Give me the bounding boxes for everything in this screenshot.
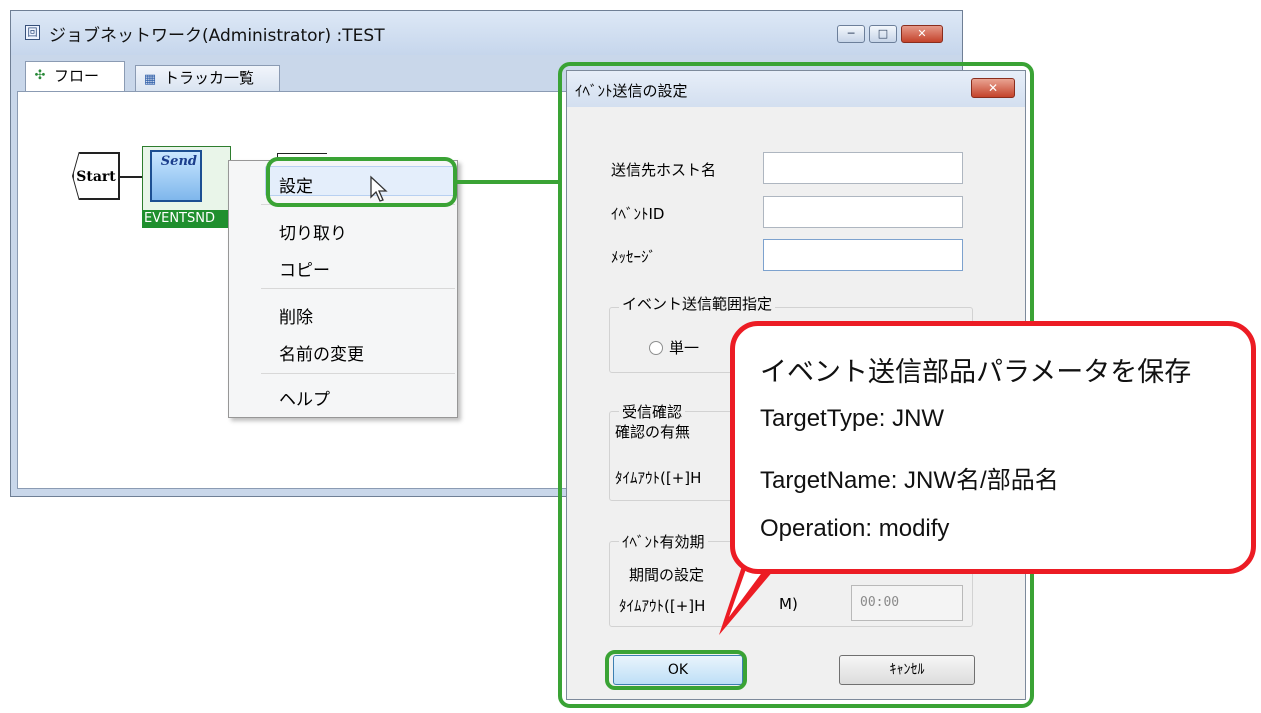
menu-separator	[261, 373, 455, 374]
flow-icon: ✣	[34, 68, 46, 83]
message-input[interactable]	[763, 239, 963, 271]
confirm-group-title: 受信確認	[619, 401, 686, 422]
cancel-button[interactable]: ｷｬﾝｾﾙ	[839, 655, 975, 685]
dialog-title: ｲﾍﾞﾝﾄ送信の設定	[575, 82, 688, 100]
mouse-cursor-icon	[370, 175, 388, 202]
callout-line-2: TargetType: JNW	[760, 405, 945, 432]
window-title: ジョブネットワーク(Administrator) :TEST	[49, 26, 385, 46]
range-group-title: イベント送信範囲指定	[619, 293, 776, 314]
menu-item-delete[interactable]: 削除	[279, 303, 313, 328]
tab-tracker-list[interactable]: ▦ トラッカ一覧	[135, 65, 280, 91]
highlight-connector	[457, 180, 560, 184]
message-label: ﾒｯｾｰｼﾞ	[611, 248, 657, 266]
menu-item-rename[interactable]: 名前の変更	[279, 340, 364, 365]
callout-line-1: イベント送信部品パラメータを保存	[760, 357, 1192, 387]
confirm-timeout-label: ﾀｲﾑｱｳﾄ([+]H	[615, 469, 702, 487]
ok-highlight-box	[605, 650, 747, 690]
dialog-close-button[interactable]: ✕	[971, 78, 1015, 98]
menu-separator	[261, 288, 455, 289]
event-id-input[interactable]	[763, 196, 963, 228]
period-setting-label: 期間の設定	[629, 566, 705, 584]
tab-flow-label: フロー	[54, 67, 100, 85]
part-label: EVENTSND	[142, 210, 231, 228]
window-icon: 回	[25, 25, 40, 40]
close-button[interactable]: ✕	[901, 25, 943, 43]
window-title-bar: 回 ジョブネットワーク(Administrator) :TEST ─ □ ✕	[11, 11, 962, 55]
host-label: 送信先ホスト名	[611, 161, 717, 179]
valid-time-input[interactable]: 00:00	[851, 585, 963, 621]
settings-highlight-box	[266, 157, 457, 207]
tracker-icon: ▦	[143, 72, 157, 87]
dialog-title-bar: ｲﾍﾞﾝﾄ送信の設定 ✕	[567, 71, 1025, 107]
has-confirm-label: 確認の有無	[615, 423, 691, 441]
callout-line-4: Operation: modify	[760, 515, 950, 542]
radio-single[interactable]	[649, 341, 663, 355]
callout-line-3: TargetName: JNW名/部品名	[760, 467, 1059, 494]
send-event-icon[interactable]: Send	[150, 150, 202, 202]
valid-period-title: ｲﾍﾞﾝﾄ有効期	[619, 531, 708, 552]
maximize-button[interactable]: □	[869, 25, 897, 43]
menu-item-cut[interactable]: 切り取り	[279, 219, 347, 244]
host-input[interactable]	[763, 152, 963, 184]
tab-flow[interactable]: ✣ フロー	[25, 61, 125, 91]
event-id-label: ｲﾍﾞﾝﾄID	[611, 205, 665, 223]
minimize-button[interactable]: ─	[837, 25, 865, 43]
valid-timeout-label: ﾀｲﾑｱｳﾄ([+]H	[619, 597, 706, 615]
start-node[interactable]: Start	[73, 153, 119, 199]
menu-item-copy[interactable]: コピー	[279, 256, 330, 281]
menu-item-help[interactable]: ヘルプ	[279, 385, 330, 410]
radio-single-label: 単一	[669, 339, 700, 357]
tab-tracker-label: トラッカ一覧	[164, 69, 255, 87]
